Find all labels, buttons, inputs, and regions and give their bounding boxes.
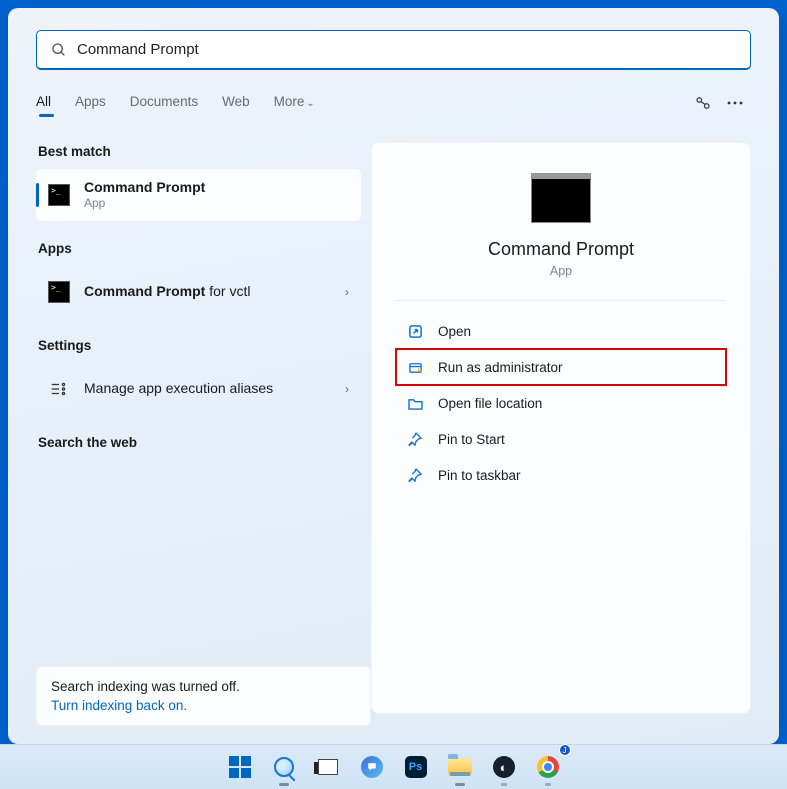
result-best-match[interactable]: >_ Command Prompt App xyxy=(36,169,361,221)
divider xyxy=(396,300,726,301)
best-match-header: Best match xyxy=(38,144,361,159)
taskbar-widgets-button[interactable] xyxy=(352,747,392,787)
taskbar-file-explorer-button[interactable] xyxy=(440,747,480,787)
pin-icon xyxy=(406,432,424,446)
result-title: Command Prompt xyxy=(84,179,349,197)
pin-icon xyxy=(406,468,424,482)
result-title: Command Prompt for vctl xyxy=(84,283,345,301)
action-run-as-administrator[interactable]: Run as administrator xyxy=(396,349,726,385)
start-search-panel: All Apps Documents Web More⌄ Best match … xyxy=(8,8,779,744)
chrome-icon xyxy=(537,756,559,778)
connector-icon xyxy=(694,94,712,112)
search-options-button[interactable] xyxy=(687,87,719,119)
chevron-right-icon: › xyxy=(345,382,349,396)
action-pin-to-start[interactable]: Pin to Start xyxy=(396,421,726,457)
action-label: Pin to taskbar xyxy=(438,468,521,483)
task-view-icon xyxy=(318,759,338,775)
preview-title: Command Prompt xyxy=(488,239,634,260)
result-title: Manage app execution aliases xyxy=(84,380,345,398)
more-options-button[interactable] xyxy=(719,87,751,119)
windows-logo-icon xyxy=(229,756,251,778)
settings-header: Settings xyxy=(38,338,361,353)
preview-subtitle: App xyxy=(550,264,572,278)
indexing-enable-link[interactable]: Turn indexing back on. xyxy=(51,698,356,713)
preview-panel: Command Prompt App Open Run as administr… xyxy=(371,142,751,714)
action-label: Run as administrator xyxy=(438,360,563,375)
shield-admin-icon xyxy=(406,360,424,375)
chevron-right-icon: › xyxy=(345,285,349,299)
result-setting-execution-aliases[interactable]: Manage app execution aliases › xyxy=(36,363,361,415)
ellipsis-icon xyxy=(726,100,744,106)
search-icon xyxy=(274,757,294,777)
taskbar-search-button[interactable] xyxy=(264,747,304,787)
taskbar-steam-button[interactable]: ◐ xyxy=(484,747,524,787)
apps-header: Apps xyxy=(38,241,361,256)
taskbar-photoshop-button[interactable]: Ps xyxy=(396,747,436,787)
indexing-status-text: Search indexing was turned off. xyxy=(51,679,356,694)
search-input[interactable] xyxy=(77,41,736,58)
action-open[interactable]: Open xyxy=(396,313,726,349)
folder-icon xyxy=(406,397,424,410)
results-column: Best match >_ Command Prompt App Apps >_… xyxy=(36,142,371,714)
search-icon xyxy=(51,42,67,58)
taskbar-chrome-button[interactable]: J xyxy=(528,747,568,787)
chat-icon xyxy=(361,756,383,778)
action-label: Open xyxy=(438,324,471,339)
tab-more[interactable]: More⌄ xyxy=(274,94,315,113)
file-explorer-icon xyxy=(448,758,472,776)
action-open-file-location[interactable]: Open file location xyxy=(396,385,726,421)
steam-icon: ◐ xyxy=(493,756,515,778)
action-pin-to-taskbar[interactable]: Pin to taskbar xyxy=(396,457,726,493)
open-icon xyxy=(406,324,424,339)
action-label: Open file location xyxy=(438,396,542,411)
result-app-vctl[interactable]: >_ Command Prompt for vctl › xyxy=(36,266,361,318)
tab-documents[interactable]: Documents xyxy=(130,94,198,113)
chevron-down-icon: ⌄ xyxy=(306,98,314,109)
taskbar: Ps ◐ J xyxy=(0,744,787,789)
profile-badge: J xyxy=(559,744,571,756)
tab-web[interactable]: Web xyxy=(222,94,250,113)
list-settings-icon xyxy=(48,378,70,400)
action-label: Pin to Start xyxy=(438,432,505,447)
preview-app-icon xyxy=(531,173,591,223)
search-web-header: Search the web xyxy=(38,435,361,450)
indexing-notice: Search indexing was turned off. Turn ind… xyxy=(36,666,371,726)
tab-all[interactable]: All xyxy=(36,94,51,113)
taskbar-start-button[interactable] xyxy=(220,747,260,787)
command-prompt-icon: >_ xyxy=(48,184,70,206)
search-box[interactable] xyxy=(36,30,751,70)
result-subtitle: App xyxy=(84,196,349,211)
taskbar-task-view-button[interactable] xyxy=(308,747,348,787)
tab-apps[interactable]: Apps xyxy=(75,94,106,113)
command-prompt-icon: >_ xyxy=(48,281,70,303)
photoshop-icon: Ps xyxy=(405,756,427,778)
filter-tabs: All Apps Documents Web More⌄ xyxy=(36,88,751,118)
